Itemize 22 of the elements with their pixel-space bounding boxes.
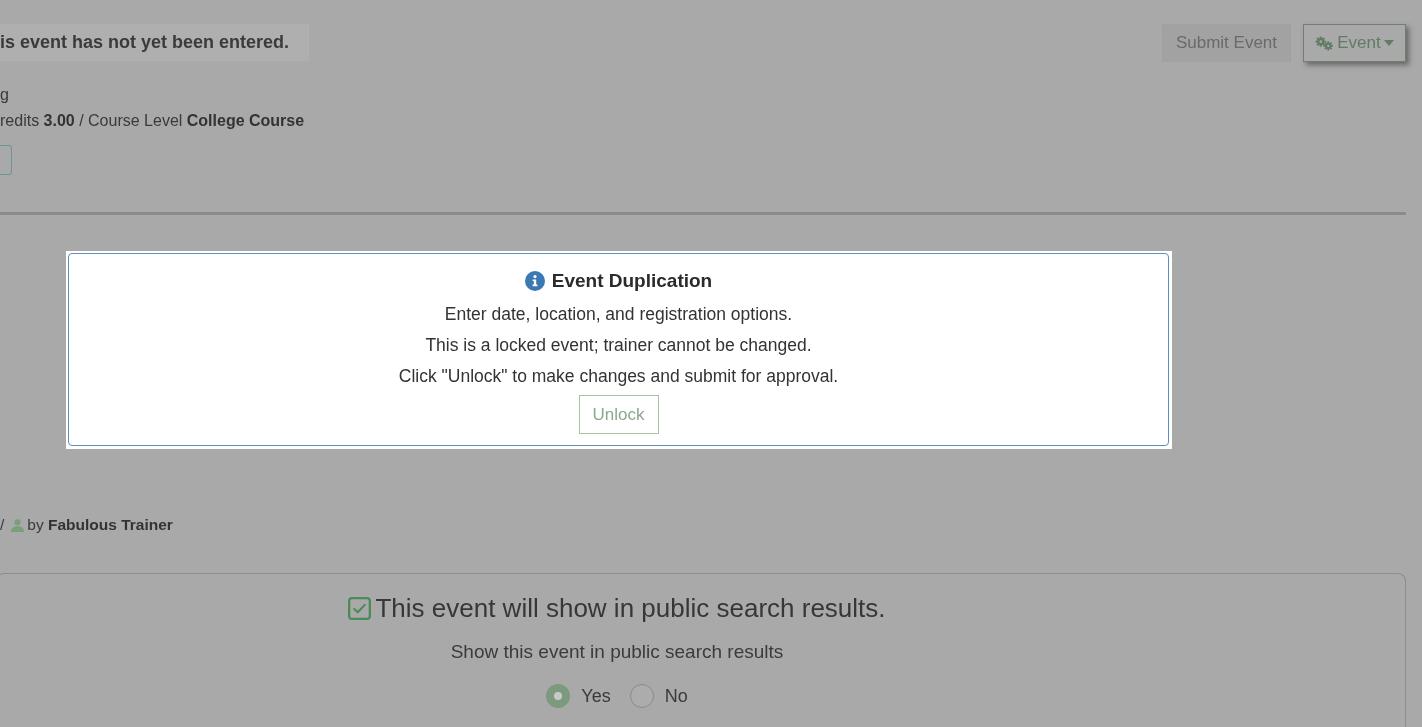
person-icon xyxy=(11,518,25,532)
status-banner: is event has not yet been entered. xyxy=(0,24,309,61)
modal-title: Event Duplication xyxy=(551,270,713,292)
caret-icon xyxy=(1383,40,1394,46)
radio-label[interactable]: No xyxy=(664,685,688,707)
info-icon xyxy=(524,271,545,291)
radio-button[interactable] xyxy=(546,684,571,708)
course-details-text: redits 3.00 / Course Level College Course xyxy=(0,111,305,131)
modal-message: Click "Unlock" to make changes and submit for approval. xyxy=(398,365,839,388)
gears-icon xyxy=(1315,35,1335,51)
radio-button[interactable] xyxy=(629,684,654,708)
trainer-text: by Fabulous Trainer xyxy=(27,516,173,534)
modal-message: Enter date, location, and registration options. xyxy=(444,303,793,326)
modal-message: This is a locked event; trainer cannot be changed. xyxy=(425,334,812,357)
menu-button[interactable]: Event xyxy=(1303,24,1406,62)
radio-label[interactable]: Yes xyxy=(581,685,611,707)
details-text: g xyxy=(0,85,9,105)
separator-text: / xyxy=(0,516,5,534)
visibility-heading: This event will show in public search results. xyxy=(375,592,886,624)
cut-off-button[interactable] xyxy=(0,145,12,175)
visibility-question: Show this event in public search results xyxy=(450,641,784,663)
unlock-button[interactable]: Unlock xyxy=(578,395,659,434)
